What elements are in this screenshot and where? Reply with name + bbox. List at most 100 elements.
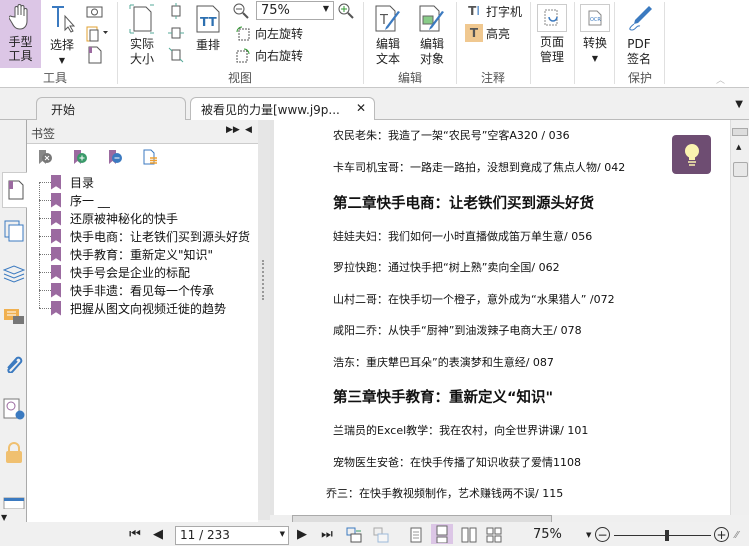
page-rotate-icon (537, 4, 567, 32)
attachments-panel-icon[interactable] (3, 352, 25, 374)
facing-view-icon[interactable] (460, 526, 478, 543)
ribbon-toolbar: 手型 工具 选择 ▼ 工具 实际 大小 TT 重排 75% ▼ 向左旋转 向右旋转 … (0, 0, 749, 88)
zoom-percent[interactable]: 75% (533, 526, 562, 543)
fit-visible-icon[interactable] (168, 47, 184, 66)
bookmark-item[interactable]: 目录 (39, 173, 94, 191)
document-icon[interactable] (88, 46, 102, 67)
collapse-ribbon-icon[interactable]: ︿ (716, 73, 725, 86)
page-manage-button[interactable]: 页面 管理 (534, 2, 570, 65)
tab-start[interactable]: 开始 (36, 97, 186, 120)
fit-width-icon[interactable] (168, 25, 184, 44)
tab-document[interactable]: 被看见的力量[www.j9p... ✕ (190, 97, 375, 120)
bookmarks-toolbar (37, 149, 158, 168)
snapshot-icon[interactable] (86, 4, 104, 21)
toc-entry: 乔三：在快手教视频制作，艺术赚钱两不误/ 115 (326, 487, 564, 500)
pdf-sign-button[interactable]: PDF 签名 (620, 2, 658, 67)
toc-entry: 娃娃夫妇：我们如何一小时直播做成笛万单生意/ 056 (333, 230, 593, 243)
bookmarks-panel-icon[interactable] (2, 172, 28, 208)
hand-tool-button[interactable]: 手型 工具 (0, 0, 41, 68)
edit-object-icon (417, 4, 447, 34)
previous-page-button[interactable]: ◀ (153, 526, 163, 543)
typewriter-button[interactable]: T I 打字机 (465, 1, 522, 21)
status-bar: ⏮ ◀ 11 / 233 ▼ ▶ ⏭ 75% ▼ − + ⁄⁄ (0, 522, 749, 546)
bookmark-item[interactable]: 快手非遗：看见每一个传承 (39, 281, 214, 299)
layers-panel-icon[interactable] (3, 263, 25, 285)
reflow-button[interactable]: TT 重排 (192, 2, 224, 53)
form-panel-icon[interactable] (3, 492, 25, 514)
zoom-select[interactable]: 75% ▼ (256, 1, 334, 20)
first-page-button[interactable]: ⏮ (128, 526, 142, 543)
fit-page-icon[interactable] (168, 3, 184, 22)
expand-panel-icon[interactable]: ▶▶ (226, 125, 240, 135)
continuous-view-icon[interactable] (431, 524, 453, 544)
bookmark-item[interactable]: 把握从图文向视频迁徙的趋势 (39, 299, 226, 317)
add-bookmark-icon[interactable] (72, 149, 88, 168)
bookmark-item[interactable]: 序一 __ (39, 191, 110, 209)
rotate-right-button[interactable]: 向右旋转 (234, 45, 303, 65)
highlight-button[interactable]: T 高亮 (465, 23, 510, 43)
edit-text-icon: T (373, 4, 403, 34)
toc-entry: 咸阳二乔：从快手“厨神”到油泼辣子电商大王/ 078 (333, 324, 582, 337)
pages-panel-icon[interactable] (3, 220, 25, 242)
page-number-input[interactable]: 11 / 233 ▼ (175, 526, 289, 545)
bookmarks-panel: 书签 ▶▶ ◀ 目录 序一 __ 还原被神秘化的快手 快手电商：让老铁们买到源头… (27, 120, 258, 522)
zoom-out-button[interactable]: − (595, 527, 610, 542)
panel-splitter[interactable] (258, 120, 270, 520)
rotate-left-button[interactable]: 向左旋转 (234, 23, 303, 43)
toc-entry: 宠物医生安爸：在快手传播了知识收获了爱情1108 (333, 456, 581, 469)
actual-size-button[interactable]: 实际 大小 (124, 2, 160, 67)
toc-chapter: 第二章快手电商：让老铁们买到源头好货 (333, 196, 594, 212)
tab-list-dropdown-icon[interactable]: ▼ (735, 99, 743, 110)
vertical-scrollbar[interactable]: ▲ (730, 120, 749, 515)
select-button[interactable]: 选择 ▼ (44, 2, 80, 69)
svg-text:TT: TT (200, 15, 217, 29)
goto-bookmark-icon[interactable] (107, 149, 123, 168)
zoom-slider-thumb[interactable] (665, 530, 670, 541)
resize-grip-icon[interactable]: ⁄⁄ (735, 530, 738, 541)
next-page-button[interactable]: ▶ (297, 526, 307, 543)
highlight-icon: T (465, 24, 483, 42)
clipboard-icon[interactable] (86, 24, 110, 45)
zoom-slider[interactable] (614, 535, 711, 536)
ocr-icon: OCR (580, 4, 610, 32)
toc-chapter: 第三章快手教育：重新定义“知识" (333, 390, 554, 406)
document-tab-bar: 开始 被看见的力量[www.j9p... ✕ ▼ (0, 88, 749, 120)
edit-object-button[interactable]: 编辑 对象 (412, 2, 452, 67)
bookmark-item[interactable]: 快手教育：重新定义"知识" (39, 245, 213, 263)
next-view-icon[interactable] (372, 526, 390, 543)
security-lock-icon[interactable] (3, 442, 25, 464)
strip-more-icon[interactable]: ▼ (1, 513, 7, 522)
toc-entry: 卡车司机宝哥：一路走一路拍，没想到竟成了焦点人物/ 042 (333, 161, 626, 174)
close-tab-icon[interactable]: ✕ (356, 101, 366, 115)
previous-view-icon[interactable] (345, 526, 363, 543)
zoom-in-icon[interactable] (338, 3, 354, 22)
signatures-panel-icon[interactable] (3, 398, 25, 420)
edit-text-button[interactable]: T 编辑 文本 (370, 2, 406, 67)
vertical-scroll-thumb[interactable] (733, 162, 748, 177)
zoom-dropdown-icon[interactable]: ▼ (586, 526, 591, 543)
hand-icon (6, 2, 36, 32)
single-page-view-icon[interactable] (408, 526, 424, 543)
zoom-out-icon[interactable] (233, 3, 249, 22)
svg-text:OCR: OCR (590, 17, 601, 23)
convert-button[interactable]: OCR 转换 ▼ (578, 2, 612, 67)
lightbulb-tip-icon[interactable] (672, 135, 711, 174)
zoom-in-button[interactable]: + (714, 527, 729, 542)
bookmark-item[interactable]: 快手电商：让老铁们买到源头好货 (39, 227, 250, 245)
bookmark-item[interactable]: 还原被神秘化的快手 (39, 209, 178, 227)
delete-bookmark-icon[interactable] (37, 149, 53, 168)
reflow-icon: TT (193, 4, 223, 34)
pdf-page: 农民老朱：我造了一架“农民号”空客A320 / 036 卡车司机宝哥：一路走一路… (274, 120, 730, 515)
toc-entry: 兰瑞员的Excel教学：我在农村，向全世界讲课/ 101 (333, 424, 589, 437)
bookmark-item[interactable]: 快手号会是企业的标配 (39, 263, 190, 281)
collapse-panel-icon[interactable]: ◀ (245, 125, 252, 135)
toc-entry: 山村二哥：在快手切一个橙子，意外成为“水果猎人” /072 (333, 293, 615, 306)
bookmark-options-icon[interactable] (142, 149, 158, 168)
pen-sign-icon (624, 4, 654, 34)
bookmarks-title: 书签 (31, 127, 56, 141)
last-page-button[interactable]: ⏭ (320, 526, 334, 543)
continuous-facing-view-icon[interactable] (485, 526, 503, 543)
scroll-up-icon[interactable]: ▲ (736, 143, 741, 151)
comments-panel-icon[interactable] (3, 307, 25, 329)
rotate-left-icon (234, 24, 252, 42)
